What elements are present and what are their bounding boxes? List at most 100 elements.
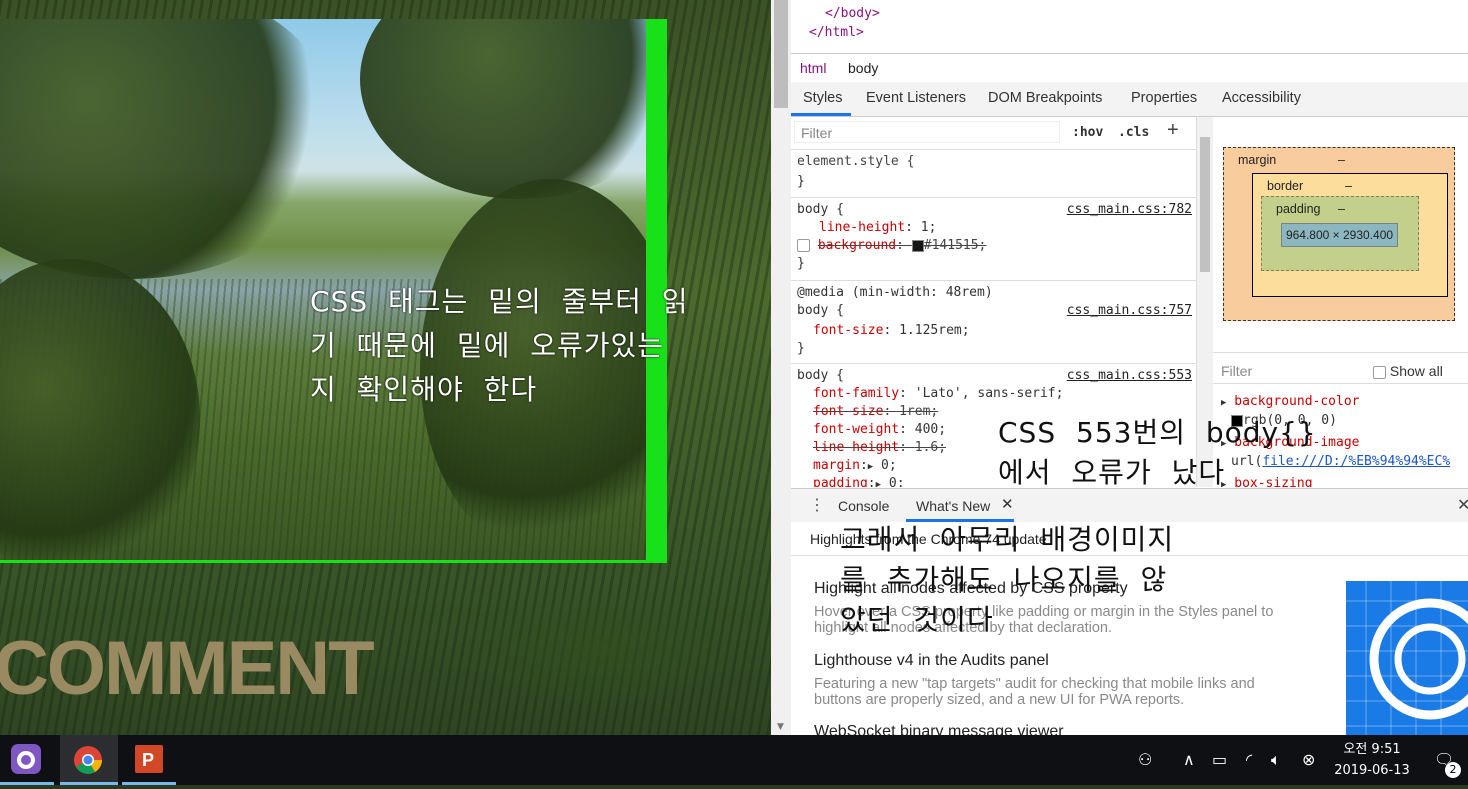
boxmodel-value: – xyxy=(1345,179,1352,193)
declaration-font-size[interactable]: font-size: 1.125rem; xyxy=(813,323,970,338)
sidebar-tabs: Styles Event Listeners DOM Breakpoints P… xyxy=(791,82,1468,117)
rule-source-link[interactable]: css_main.css:553 xyxy=(1067,368,1192,383)
dom-node-html-close[interactable]: </html> xyxy=(809,25,864,40)
media-query: @media (min-width: 48rem) xyxy=(797,285,993,300)
annotation-line: 를 추가해도 나오지를 않 xyxy=(840,563,1168,596)
cls-toggle[interactable]: .cls xyxy=(1118,125,1149,140)
computed-filter-input[interactable]: Filter xyxy=(1221,363,1252,379)
whats-new-item-title[interactable]: Lighthouse v4 in the Audits panel xyxy=(814,652,1049,670)
whats-new-item-desc: Featuring a new "tap targets" audit for … xyxy=(814,676,1255,708)
annotation-line: CSS 태그는 밑의 줄부터 읽 xyxy=(310,285,689,318)
github-desktop-app-button[interactable] xyxy=(0,735,54,785)
rule-selector: body { xyxy=(797,303,844,318)
annotation-css-read-order: CSS 태그는 밑의 줄부터 읽 기 때문에 밑에 오류가있는 지 확인해야 한… xyxy=(310,280,689,412)
rule-close: } xyxy=(797,341,805,356)
tab-styles[interactable]: Styles xyxy=(803,90,843,106)
declaration-font-weight[interactable]: font-weight: 400; xyxy=(813,422,946,437)
boxmodel-margin[interactable]: margin – border – padding – 964.800 × 29… xyxy=(1223,147,1455,321)
annotation-line: 에서 오류가 났다 xyxy=(998,456,1226,489)
tab-dom-breakpoints[interactable]: DOM Breakpoints xyxy=(988,90,1102,106)
styles-filter-bar: Filter :hov .cls + xyxy=(791,117,1196,150)
powerpoint-icon: P xyxy=(135,745,163,773)
body-rule-757: @media (min-width: 48rem) body { css_mai… xyxy=(791,281,1196,364)
feature-illustration xyxy=(1346,581,1468,735)
annotation-line: 기 때문에 밑에 오류가있는 xyxy=(310,329,665,362)
green-border-bottom xyxy=(0,560,667,563)
rule-selector: body { xyxy=(797,202,844,217)
page-scrollbar[interactable]: ▼ xyxy=(771,0,791,735)
github-icon xyxy=(11,744,41,774)
boxmodel-value: – xyxy=(1338,202,1345,216)
color-swatch[interactable] xyxy=(911,239,924,252)
styles-filter-input[interactable]: Filter xyxy=(794,121,1060,143)
annotation-conclusion: 그래서 아무리 배경이미지 를 추가해도 나오지를 않 았던 것이다 xyxy=(840,520,1174,640)
wifi-icon[interactable]: ◜ xyxy=(1246,750,1252,769)
annotation-line: CSS 553번의 body{} xyxy=(998,416,1317,449)
notification-badge: 2 xyxy=(1445,762,1461,778)
breadcrumb-body[interactable]: body xyxy=(848,60,878,76)
boxmodel-value: – xyxy=(1338,153,1345,167)
svg-text:P: P xyxy=(142,750,154,770)
rule-source-link[interactable]: css_main.css:782 xyxy=(1067,202,1192,217)
drawer-menu-icon[interactable]: ⋮ xyxy=(809,495,825,515)
rule-close: } xyxy=(797,256,805,271)
add-rule-icon[interactable]: + xyxy=(1167,119,1179,142)
comment-heading: COMMENT xyxy=(0,626,375,711)
declaration-background[interactable]: background: #141515; xyxy=(797,238,986,253)
declaration-margin[interactable]: margin:▶ 0; xyxy=(813,458,897,473)
chrome-icon xyxy=(74,746,102,774)
boxmodel-label: padding xyxy=(1276,202,1321,216)
show-all-toggle[interactable]: Show all xyxy=(1373,363,1443,379)
close-drawer-icon[interactable]: ✕ xyxy=(1457,495,1468,515)
scrollbar-thumb[interactable] xyxy=(1200,137,1210,272)
computed-background-color[interactable]: ▶ background-color xyxy=(1221,394,1359,409)
rule-close: } xyxy=(797,174,805,189)
dom-tree: </body> </html> xyxy=(791,0,1468,52)
tab-console[interactable]: Console xyxy=(838,498,889,514)
chevron-up-icon[interactable]: ∧ xyxy=(1183,750,1195,769)
scrollbar-thumb[interactable] xyxy=(774,0,788,108)
clock[interactable]: 오전 9:51 2019-06-13 xyxy=(1320,739,1424,781)
clock-time: 오전 9:51 xyxy=(1343,742,1401,757)
declaration-line-height[interactable]: line-height: 1; xyxy=(819,220,936,235)
windows-taskbar: P ⚇ ∧ ▭ ◜ 🔈︎ ⊗ 오전 9:51 2019-06-13 🗨︎ 2 xyxy=(0,735,1468,785)
clock-date: 2019-06-13 xyxy=(1334,763,1410,778)
breadcrumb: html body xyxy=(791,53,1468,83)
dom-node-body-close[interactable]: </body> xyxy=(825,6,880,21)
powerpoint-app-button[interactable]: P xyxy=(122,735,176,785)
close-circle-icon[interactable]: ⊗ xyxy=(1302,750,1315,769)
declaration-font-size[interactable]: font-size: 1rem; xyxy=(813,404,938,419)
tab-accessibility[interactable]: Accessibility xyxy=(1222,90,1301,106)
tab-event-listeners[interactable]: Event Listeners xyxy=(866,90,966,106)
tab-properties[interactable]: Properties xyxy=(1131,90,1197,106)
drawer-tabbar: ⋮ Console What's New ✕ ✕ xyxy=(791,488,1468,523)
body-rule-782: body { css_main.css:782 line-height: 1; … xyxy=(791,198,1196,281)
boxmodel-label: margin xyxy=(1238,153,1277,167)
battery-icon[interactable]: ▭ xyxy=(1212,750,1227,769)
active-tab-indicator xyxy=(791,113,851,116)
close-tab-icon[interactable]: ✕ xyxy=(1001,495,1014,513)
annotation-line: 그래서 아무리 배경이미지 xyxy=(840,523,1175,556)
declaration-line-height[interactable]: line-height: 1.6; xyxy=(813,440,946,455)
declaration-font-family[interactable]: font-family: 'Lato', sans-serif; xyxy=(813,386,1063,401)
hov-toggle[interactable]: :hov xyxy=(1072,125,1103,140)
rule-source-link[interactable]: css_main.css:757 xyxy=(1067,303,1192,318)
declaration-checkbox[interactable] xyxy=(797,239,810,252)
whats-new-item-title[interactable]: WebSocket binary message viewer xyxy=(814,723,1064,735)
annotation-error-location: CSS 553번의 body{} 에서 오류가 났다 xyxy=(998,413,1317,493)
element-style-rule: element.style { } xyxy=(791,150,1196,198)
boxmodel-label: border xyxy=(1267,179,1304,193)
volume-muted-icon[interactable]: 🔈︎ xyxy=(1271,750,1281,770)
computed-filter-bar: Filter Show all xyxy=(1213,352,1468,384)
annotation-line: 았던 것이다 xyxy=(840,603,994,636)
rule-selector: body { xyxy=(797,368,844,383)
tab-whats-new[interactable]: What's New xyxy=(916,498,990,514)
declaration-padding[interactable]: padding:▶ 0; xyxy=(813,476,905,487)
chrome-app-button[interactable] xyxy=(60,735,118,785)
scroll-down-arrow-icon[interactable]: ▼ xyxy=(777,722,784,732)
breadcrumb-html[interactable]: html xyxy=(800,60,826,76)
webpage-viewport: CSS 태그는 밑의 줄부터 읽 기 때문에 밑에 오류가있는 지 확인해야 한… xyxy=(0,0,771,735)
boxmodel-content[interactable]: 964.800 × 2930.400 xyxy=(1281,223,1398,247)
people-icon[interactable]: ⚇ xyxy=(1138,750,1152,769)
annotation-line: 지 확인해야 한다 xyxy=(310,373,538,406)
